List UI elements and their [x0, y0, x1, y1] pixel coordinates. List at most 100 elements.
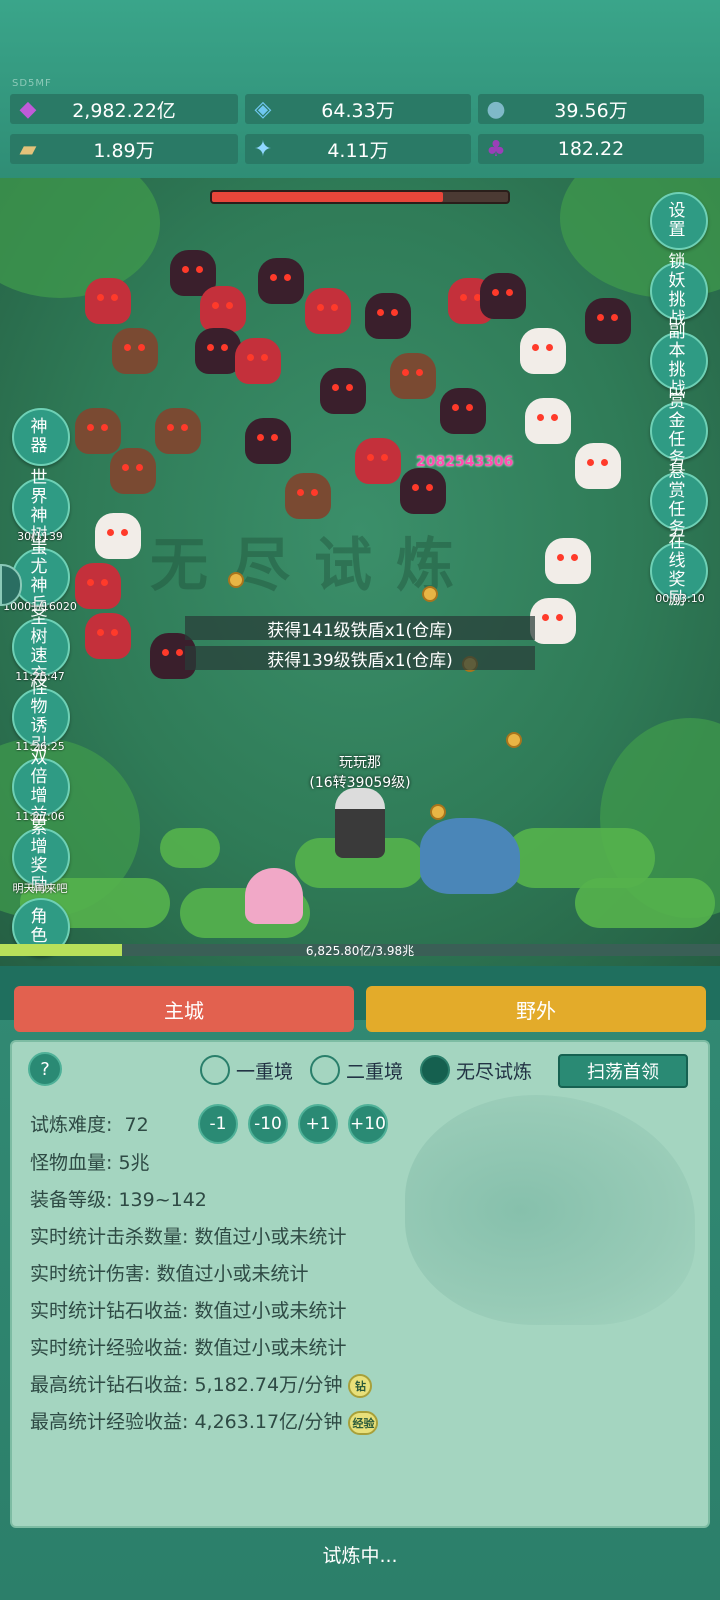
resource-value: 2,982.22亿 [72, 99, 176, 122]
resource-value: 182.22 [557, 138, 625, 160]
cumulative-reward-button[interactable]: 累增奖励 [12, 819, 70, 895]
tab-wild[interactable]: 野外 [366, 986, 706, 1032]
help-button[interactable]: ? [28, 1052, 62, 1086]
coin-drop [422, 586, 438, 602]
monster [390, 353, 436, 399]
difficulty-plus-1-button[interactable]: +1 [298, 1104, 338, 1144]
bush [575, 878, 715, 928]
coin-drop [506, 732, 522, 748]
monster [575, 443, 621, 489]
sweep-boss-button[interactable]: 扫荡首领 [558, 1054, 688, 1088]
monster [440, 388, 486, 434]
difficulty-row: 试炼难度: 72 [30, 1110, 149, 1137]
coin-drop [430, 804, 446, 820]
battlefield[interactable]: 无尽试炼 2082543306 获得141级铁盾x1(仓库) 获得139级铁盾x… [0, 178, 720, 966]
monster [585, 298, 631, 344]
monster-hp-line: 怪物血量: 5兆 [30, 1152, 150, 1174]
monster [85, 278, 131, 324]
radio-label: 二重境 [346, 1060, 404, 1083]
bush [160, 828, 220, 868]
monster [365, 293, 411, 339]
resource-value: 4.11万 [327, 139, 389, 162]
potion-icon: ♣ [486, 136, 506, 162]
dragon-pet [420, 818, 520, 894]
ice-shard-icon: ✦ [253, 136, 273, 162]
exp-income-line: 实时统计经验收益: 数值过小或未统计 [30, 1337, 347, 1359]
loot-message: 获得141级铁盾x1(仓库) [185, 616, 535, 641]
cumulative-reward-status: 明天再来吧 [12, 882, 68, 895]
companion-character [245, 868, 303, 924]
player-character[interactable] [335, 788, 385, 858]
difficulty-plus-10-button[interactable]: +10 [348, 1104, 388, 1144]
resource-scroll[interactable]: ▰ 1.89万 [10, 134, 238, 164]
difficulty-label: 试炼难度: [30, 1114, 113, 1136]
double-boost-button[interactable]: 双倍增益 [12, 749, 70, 825]
world-tree-button[interactable]: 世界神树 [12, 469, 70, 545]
monster [200, 286, 246, 332]
monster [235, 338, 281, 384]
monster [355, 438, 401, 484]
difficulty-value: 72 [124, 1114, 149, 1136]
difficulty-minus-10-button[interactable]: -10 [248, 1104, 288, 1144]
damage-line: 实时统计伤害: 数值过小或未统计 [30, 1263, 309, 1285]
mode-radio-2[interactable]: 二重境 [310, 1055, 403, 1085]
monster [525, 398, 571, 444]
resource-orb[interactable]: ● 39.56万 [478, 94, 704, 124]
resource-gem[interactable]: ◆ 2,982.22亿 [10, 94, 238, 124]
exp-badge-icon: 经验 [348, 1410, 379, 1435]
mode-radio-3[interactable]: 无尽试炼 [420, 1055, 532, 1085]
loot-message: 获得139级铁盾x1(仓库) [185, 646, 535, 671]
radio-label: 一重境 [236, 1060, 294, 1083]
tree-recharge-button[interactable]: 圣树速充 [12, 609, 70, 685]
monster-lure-button[interactable]: 怪物诱引 [12, 679, 70, 755]
monster [258, 258, 304, 304]
player-name: 玩玩那 [339, 755, 381, 771]
monster [400, 468, 446, 514]
resource-ice[interactable]: ✦ 4.11万 [245, 134, 471, 164]
radio-dot-selected [420, 1055, 450, 1085]
artifact-button[interactable]: 神器 [12, 408, 70, 466]
demon-challenge-button[interactable]: 锁妖挑战 [650, 253, 708, 329]
best-exp-line: 最高统计经验收益: 4,263.17亿/分钟 经验 [30, 1407, 379, 1435]
monster [75, 563, 121, 609]
online-reward-timer: 00:03:10 [655, 592, 705, 605]
game-screen: SD5MF ◆ 2,982.22亿 ◈ 64.33万 ● 39.56万 ▰ 1.… [0, 0, 720, 1600]
blue-crystal-icon: ◈ [254, 96, 272, 122]
radio-label: 无尽试炼 [456, 1060, 533, 1083]
dungeon-challenge-button[interactable]: 副本挑战 [650, 323, 708, 399]
tab-main-city[interactable]: 主城 [14, 986, 354, 1032]
ping-indicator: SD5MF [12, 78, 52, 89]
resource-value: 64.33万 [321, 99, 395, 122]
reward-task-button[interactable]: 悬赏任务 [650, 463, 708, 539]
damage-number: 2082543306 [416, 454, 514, 470]
mode-radio-1[interactable]: 一重境 [200, 1055, 293, 1085]
trial-status: 试炼中... [322, 1545, 398, 1567]
radio-dot [200, 1055, 230, 1085]
radio-dot [310, 1055, 340, 1085]
kill-count-line: 实时统计击杀数量: 数值过小或未统计 [30, 1226, 347, 1248]
best-diamond-text: 最高统计钻石收益: 5,182.74万/分钟 [30, 1374, 343, 1396]
resource-potion[interactable]: ♣ 182.22 [478, 134, 704, 164]
monster [285, 473, 331, 519]
resource-value: 39.56万 [554, 99, 628, 122]
monster [245, 418, 291, 464]
settings-button[interactable]: 设置 [650, 192, 708, 250]
diamond-income-line: 实时统计钻石收益: 数值过小或未统计 [30, 1300, 347, 1322]
boss-hp-fill [212, 192, 443, 202]
orb-icon: ● [486, 96, 506, 122]
monster [85, 613, 131, 659]
exp-text: 6,825.80亿/3.98兆 [305, 944, 415, 958]
purple-gem-icon: ◆ [19, 96, 37, 122]
difficulty-minus-1-button[interactable]: -1 [198, 1104, 238, 1144]
tree-foliage [0, 178, 160, 298]
monster [545, 538, 591, 584]
coin-drop [228, 572, 244, 588]
equipment-level-line: 装备等级: 139~142 [30, 1189, 207, 1211]
monster [112, 328, 158, 374]
resource-crystal[interactable]: ◈ 64.33万 [245, 94, 471, 124]
scroll-icon: ▰ [19, 136, 37, 162]
bounty-gold-task-button[interactable]: 赏金任务 [650, 393, 708, 469]
monster [155, 408, 201, 454]
monster [110, 448, 156, 494]
diamond-badge-icon: 钻 [348, 1373, 373, 1398]
